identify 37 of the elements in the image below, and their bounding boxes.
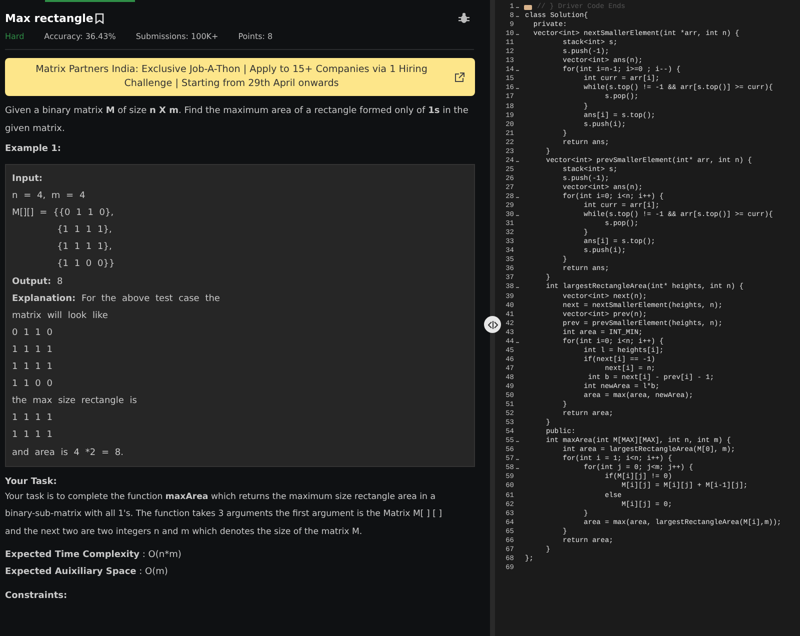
difficulty-label: Hard	[5, 32, 24, 41]
example-line: {1 1 1 1},	[56, 224, 113, 238]
example-line: n = 4, m = 4	[12, 190, 86, 204]
example-line: 1 1 1 1	[12, 412, 54, 426]
example-line: matrix will look like	[12, 310, 109, 323]
example-line: 1 1 0 0	[12, 378, 54, 392]
external-link-icon	[454, 72, 465, 82]
promo-banner[interactable]: Matrix Partners India: Exclusive Job-A-Thon | Apply to 15+ Companies via 1 Hiring Challenge | Starting from 29th April onwards	[5, 58, 475, 96]
example-line: and area is 4 *2 = 8.	[12, 446, 124, 460]
example-line: 0 1 1 0	[12, 326, 54, 340]
example-line: Input:	[12, 173, 44, 186]
bug-icon[interactable]	[458, 12, 470, 24]
problem-title: Max rectangle	[5, 12, 94, 24]
example-line: {1 1 0 0}}	[56, 258, 116, 272]
problem-stat: Accuracy: 36.43%	[44, 32, 116, 41]
example-line: Explanation: For the above test case the	[12, 292, 221, 306]
problem-stat: Points: 8	[238, 32, 273, 41]
code-editor[interactable]	[495, 0, 800, 636]
problem-stat: Submissions: 100K+	[136, 32, 218, 41]
complexity-line: Expected Auixiliary Space : O(m)	[5, 566, 169, 580]
example-line: M[][] = {{0 1 1 0},	[12, 207, 115, 220]
promo-text: Matrix Partners India: Exclusive Job-A-Thon | Apply to 15+ Companies via 1 Hiring Challenge | Starting from 29th April onwards	[34, 63, 428, 91]
example-line: Output: 8	[12, 276, 64, 289]
folded-code-marker[interactable]	[524, 5, 532, 10]
bookmark-icon[interactable]	[95, 12, 104, 24]
task-heading: Your Task:	[5, 476, 58, 487]
example-line: {1 1 1 1},	[56, 241, 113, 254]
resize-handle[interactable]	[484, 316, 501, 333]
example-line: 1 1 1 1	[12, 344, 54, 357]
example-heading: Example 1:	[5, 144, 62, 154]
task-description: Your task is to complete the function maxArea which returns the maximum size rectangle area in a binary-sub-matrix with all 1's. The function takes 3 arguments the first argument is the Matrix M[ ] [ ] and the next two are two integers n and m which denotes the size of the matrix M.	[5, 490, 444, 539]
constraints-heading: Constraints:	[5, 591, 68, 602]
complexity-line: Expected Time Complexity : O(n*m)	[5, 549, 182, 562]
problem-description: Given a binary matrix M of size n X m. Find the maximum area of a rectangle formed only of 1s in the given matrix.	[5, 105, 470, 136]
example-line: 1 1 1 1	[12, 429, 54, 442]
example-line: the max size rectangle is	[12, 395, 138, 408]
example-line: 1 1 1 1	[12, 361, 54, 374]
